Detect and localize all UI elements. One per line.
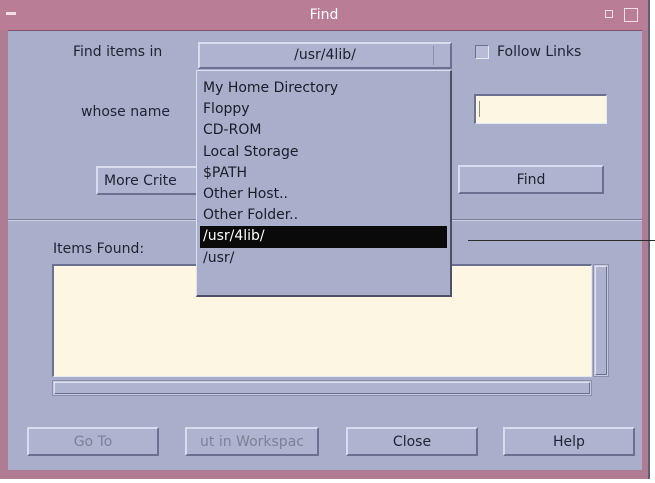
dropdown-option[interactable]: /usr/4lib/ <box>200 226 447 248</box>
vertical-scroll-thumb[interactable] <box>595 266 607 375</box>
window-border-bottom[interactable] <box>0 470 648 479</box>
location-dropdown-menu[interactable]: My Home Directory Floppy CD-ROM Local Stora… <box>196 70 452 297</box>
find-button[interactable]: Find <box>458 165 604 194</box>
more-criteria-button[interactable]: More Crite <box>96 166 206 195</box>
window-title: Find <box>309 7 339 23</box>
dropdown-option[interactable]: CD-ROM <box>197 120 450 141</box>
put-in-workspace-button[interactable]: ut in Workspac <box>185 427 319 456</box>
title-bar[interactable]: Find <box>0 0 648 31</box>
results-vertical-scrollbar[interactable] <box>593 264 609 377</box>
help-button[interactable]: Help <box>503 427 635 456</box>
dropdown-option[interactable]: Floppy <box>197 99 450 120</box>
dropdown-option[interactable]: Local Storage <box>197 142 450 163</box>
name-pattern-field[interactable] <box>474 94 607 124</box>
whose-name-label: whose name <box>81 104 170 120</box>
minimize-icon <box>605 10 613 18</box>
find-items-in-combo[interactable]: /usr/4lib/ <box>198 42 452 69</box>
goto-button[interactable]: Go To <box>27 427 159 456</box>
horizontal-scroll-thumb[interactable] <box>54 382 590 394</box>
follow-links-checkbox[interactable] <box>475 45 489 59</box>
find-items-in-value: /usr/4lib/ <box>294 47 356 63</box>
window-border-right[interactable] <box>642 30 648 479</box>
callout-line <box>468 240 655 241</box>
combo-arrow-icon[interactable] <box>433 46 448 65</box>
results-horizontal-scrollbar[interactable] <box>52 380 592 396</box>
dropdown-option[interactable]: My Home Directory <box>197 78 450 99</box>
window-border-left[interactable] <box>0 30 8 479</box>
text-caret <box>479 101 482 117</box>
close-button[interactable]: Close <box>346 427 478 456</box>
dropdown-option[interactable]: /usr/ <box>197 248 450 269</box>
items-found-label: Items Found: <box>53 241 145 257</box>
find-items-in-label: Find items in <box>73 44 163 60</box>
maximize-button[interactable] <box>624 8 638 22</box>
dropdown-option[interactable]: Other Folder.. <box>197 205 450 226</box>
dropdown-option[interactable]: Other Host.. <box>197 184 450 205</box>
dropdown-options: My Home Directory Floppy CD-ROM Local Stora… <box>197 71 450 269</box>
minimize-button[interactable] <box>604 9 614 19</box>
dropdown-option[interactable]: $PATH <box>197 163 450 184</box>
follow-links-label[interactable]: Follow Links <box>497 44 581 60</box>
